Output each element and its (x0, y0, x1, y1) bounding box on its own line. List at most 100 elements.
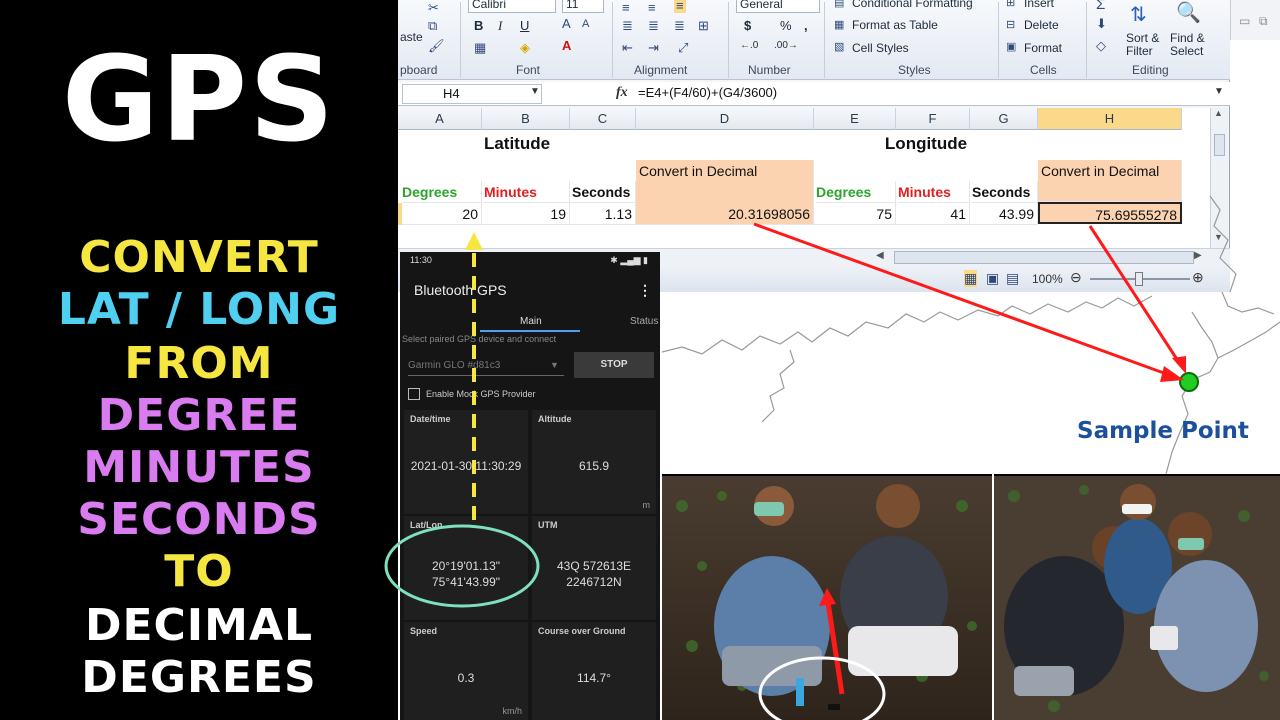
cell-styles-button[interactable]: Cell Styles (852, 41, 909, 55)
page-break-view-icon[interactable]: ▤ (1006, 270, 1019, 287)
conditional-formatting-button[interactable]: Conditional Formatting (852, 0, 973, 10)
column-header-g[interactable]: G (970, 108, 1038, 130)
clear-icon[interactable]: ◇ (1096, 38, 1106, 54)
paste-button[interactable]: aste (400, 30, 423, 44)
ribbon-separator (1086, 2, 1087, 78)
cell-g4[interactable]: 43.99 (970, 203, 1038, 225)
lat-minutes-header[interactable]: Minutes (484, 181, 570, 203)
delete-button[interactable]: Delete (1024, 18, 1059, 32)
delete-icon: ⊟ (1006, 19, 1016, 31)
normal-view-icon[interactable]: ▦ (964, 270, 978, 287)
lat-seconds-header[interactable]: Seconds (570, 181, 636, 203)
format-button[interactable]: Format (1024, 41, 1062, 55)
align-top-icon[interactable]: ≡ (622, 0, 630, 15)
column-header-e[interactable]: E (814, 108, 896, 130)
lat-degrees-header[interactable]: Degrees (402, 181, 482, 203)
shrink-font-icon[interactable]: A (582, 18, 589, 30)
tab-status[interactable]: Status (630, 316, 658, 327)
sort-filter-button[interactable]: Sort & Filter (1126, 32, 1168, 58)
device-select[interactable]: Garmin GLO #d81c3 (408, 356, 564, 376)
mock-gps-checkbox[interactable] (408, 388, 420, 400)
ribbon-separator (460, 2, 461, 78)
copy-icon[interactable]: ⧉ (428, 18, 437, 34)
field-photo-left (662, 474, 992, 720)
format-as-table-button[interactable]: Format as Table (852, 18, 938, 32)
map-boundary-fragment (1209, 195, 1237, 293)
latitude-title[interactable]: Latitude (398, 134, 636, 154)
column-header-h[interactable]: H (1038, 108, 1182, 130)
cut-icon[interactable]: ✂ (428, 0, 439, 16)
align-left-icon[interactable]: ≣ (622, 18, 633, 34)
lon-minutes-header[interactable]: Minutes (898, 181, 970, 203)
minimize-icon[interactable]: ▭ (1239, 14, 1250, 28)
lon-degrees-header[interactable]: Degrees (816, 181, 896, 203)
font-size-select[interactable]: 11 (562, 0, 604, 13)
expand-formula-bar-icon[interactable]: ▼ (1214, 86, 1224, 97)
zoom-slider-thumb[interactable] (1135, 272, 1143, 286)
cell-b4[interactable]: 19 (482, 203, 570, 225)
align-center-icon[interactable]: ≣ (648, 18, 659, 34)
fill-color-icon[interactable]: ◈ (520, 40, 530, 56)
course-title: Course over Ground (538, 626, 626, 636)
utm-title: UTM (538, 520, 558, 530)
column-header-b[interactable]: B (482, 108, 570, 130)
name-box-dropdown-icon[interactable]: ▼ (530, 86, 540, 97)
align-middle-icon[interactable]: ≡ (648, 0, 656, 15)
insert-button[interactable]: Insert (1024, 0, 1054, 10)
format-painter-icon[interactable]: 🖌 (428, 38, 445, 54)
align-bottom-icon[interactable]: ≡ (674, 0, 686, 13)
decrease-decimal-button[interactable]: .00→ (774, 40, 798, 51)
lon-seconds-header[interactable]: Seconds (972, 181, 1038, 203)
tab-main[interactable]: Main (520, 316, 542, 327)
zoom-out-icon[interactable]: ⊖ (1070, 269, 1082, 286)
font-name-select[interactable]: Calibri (468, 0, 556, 13)
datetime-title: Date/time (410, 414, 451, 424)
overflow-menu-icon[interactable]: ⋮ (638, 282, 652, 299)
grow-font-icon[interactable]: A (562, 16, 571, 31)
font-color-icon[interactable]: A (562, 38, 571, 53)
cell-a4[interactable]: 20 (398, 203, 482, 225)
cell-h4-selected[interactable]: 75.69555278 (1038, 202, 1182, 224)
restore-icon[interactable]: ⧉ (1259, 14, 1268, 29)
merge-center-icon[interactable]: ⊞ (698, 18, 709, 34)
number-format-select[interactable]: General (736, 0, 820, 13)
stop-button[interactable]: STOP (574, 352, 654, 378)
borders-icon[interactable]: ▦ (474, 40, 486, 56)
bold-button[interactable]: B (474, 18, 483, 33)
cell-e4[interactable]: 75 (814, 203, 896, 225)
align-right-icon[interactable]: ≣ (674, 18, 685, 34)
cell-c4[interactable]: 1.13 (570, 203, 636, 225)
italic-button[interactable]: I (498, 18, 502, 34)
insert-function-icon[interactable]: fx (616, 85, 628, 101)
cell-d4[interactable]: 20.31698056 (636, 203, 814, 225)
orientation-icon[interactable]: ⤢ (678, 40, 688, 56)
lat-value: 20°19'01.13" (431, 559, 501, 573)
device-dropdown-icon[interactable]: ▼ (550, 360, 559, 370)
percent-button[interactable]: % (780, 18, 792, 33)
underline-button[interactable]: U (520, 18, 529, 33)
column-header-d[interactable]: D (636, 108, 814, 130)
autosum-icon[interactable]: Σ (1096, 0, 1105, 13)
find-select-button[interactable]: Find & Select (1170, 32, 1214, 58)
formula-input[interactable]: =E4+(F4/60)+(G4/3600) (638, 85, 777, 100)
currency-button[interactable]: $ (744, 18, 751, 33)
cell-f4[interactable]: 41 (896, 203, 970, 225)
column-header-c[interactable]: C (570, 108, 636, 130)
increase-indent-icon[interactable]: ⇥ (648, 40, 659, 56)
fill-icon[interactable]: ⬇ (1096, 16, 1107, 32)
scroll-up-icon[interactable]: ▲ (1214, 108, 1223, 118)
scroll-left-icon[interactable]: ◀ (876, 250, 884, 261)
horizontal-scroll-thumb[interactable] (894, 251, 1194, 264)
longitude-title[interactable]: Longitude (814, 134, 1038, 154)
decrease-indent-icon[interactable]: ⇤ (622, 40, 633, 56)
comma-button[interactable]: , (804, 18, 808, 33)
increase-decimal-button[interactable]: ←.0 (740, 40, 758, 51)
scroll-thumb[interactable] (1214, 134, 1225, 156)
page-layout-view-icon[interactable]: ▣ (986, 270, 999, 287)
name-box[interactable]: H4 (402, 84, 542, 104)
column-header-a[interactable]: A (398, 108, 482, 130)
course-value: 114.7° (577, 671, 611, 685)
zoom-level[interactable]: 100% (1032, 272, 1063, 286)
convert-label-longitude[interactable]: Convert in Decimal (1038, 160, 1182, 202)
column-header-f[interactable]: F (896, 108, 970, 130)
